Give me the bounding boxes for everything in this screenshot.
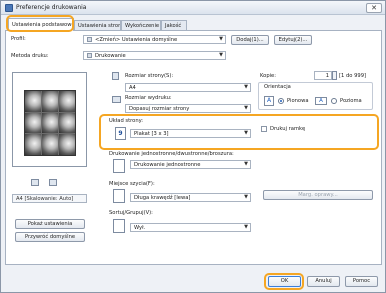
page-layout-label: Układ strony: [109,118,144,124]
poster-tile [25,112,41,134]
chevron-down-icon: ▼ [219,36,223,42]
chevron-down-icon: ▼ [244,105,248,111]
landscape-icon: A [315,97,327,105]
output-method-value: Drukowanie [95,53,126,59]
collate-icon [113,219,125,233]
output-size-value: Dopasuj rozmiar strony [129,106,190,112]
portrait-radio[interactable] [278,98,284,104]
window-title: Preferencje drukowania [16,4,87,11]
output-size-select[interactable]: Dopasuj rozmiar strony ▼ [125,104,251,113]
output-method-label: Metoda druku: [11,53,49,59]
binding-select[interactable]: Długa krawędź [lewa] ▼ [130,193,251,202]
page-size-icon [112,72,119,80]
chevron-down-icon: ▼ [244,130,248,136]
profile-label: Profil: [11,36,26,42]
poster-tile [59,134,75,155]
edit-profile-button[interactable]: Edytuj(2)... [274,35,312,45]
page-size-value: A4 [129,85,136,91]
landscape-radio[interactable] [331,98,337,104]
page-layout-value: Plakat [3 x 3] [134,131,169,137]
copies-spinner-icon[interactable] [332,71,337,80]
paper-icon [31,179,39,186]
ok-button[interactable]: OK [268,276,301,287]
poster-tile [42,134,58,155]
chevron-down-icon: ▼ [219,52,223,58]
poster-tile [42,91,58,112]
poster-tile [25,134,41,155]
finish-icon [49,179,57,186]
profile-icon [87,37,92,42]
print-border-checkbox[interactable] [261,126,267,132]
duplex-icon [113,159,125,173]
poster-tile [25,91,41,112]
title-bar: Preferencje drukowania ✕ [1,1,385,15]
print-icon [87,53,92,58]
duplex-label: Drukowanie jednostronne/dwustronne/brosz… [109,151,234,157]
duplex-value: Drukowanie jednostronne [134,162,201,168]
page-size-select[interactable]: A4 ▼ [125,83,251,92]
print-border-label: Drukuj ramkę [270,126,306,132]
poster-tile [42,112,58,134]
collate-select[interactable]: Wył. ▼ [130,223,251,232]
output-size-label: Rozmiar wydruku: [125,95,172,101]
add-profile-button[interactable]: Dodaj(1)... [231,35,269,45]
copies-label: Kopie: [260,73,276,79]
copies-input[interactable]: 1 [314,71,332,80]
binding-icon [113,189,125,203]
chevron-down-icon: ▼ [244,161,248,167]
landscape-label: Pozioma [340,98,362,104]
restore-defaults-button[interactable]: Przywróć domyślne [15,232,85,242]
copies-range: [1 do 999] [339,73,367,79]
poster-tile [59,112,75,134]
page-size-label: Rozmiar strony(S): [125,73,174,79]
portrait-label: Pionowa [287,98,309,104]
view-settings-button[interactable]: Pokaż ustawienia [15,219,85,229]
orientation-label: Orientacja [263,84,292,90]
binding-label: Miejsce szycia(F): [109,181,155,187]
profile-select[interactable]: <Zmień> Ustawienia domyślne ▼ [83,35,226,44]
page-layout-select[interactable]: Plakat [3 x 3] ▼ [130,129,251,138]
poster-preview-grid [24,90,76,156]
profile-value: <Zmień> Ustawienia domyślne [95,37,178,43]
printer-icon [5,4,13,12]
duplex-select[interactable]: Drukowanie jednostronne ▼ [130,160,251,169]
output-method-select[interactable]: Drukowanie ▼ [83,51,226,60]
chevron-down-icon: ▼ [244,194,248,200]
binding-value: Długa krawędź [lewa] [134,195,191,201]
print-preferences-window: Preferencje drukowania ✕ Ustawienia pods… [0,0,386,293]
preview-status: A4 [Skalowanie: Auto] [12,194,87,203]
chevron-down-icon: ▼ [244,84,248,90]
chevron-down-icon: ▼ [244,224,248,230]
poster-tile [59,91,75,112]
output-size-icon [112,96,121,103]
cancel-button[interactable]: Anuluj [307,276,340,287]
collate-label: Sortuj/Grupuj(V): [109,210,153,216]
close-button[interactable]: ✕ [366,3,382,13]
binding-margin-button[interactable]: Marg. oprawy... [263,190,373,200]
help-button[interactable]: Pomoc [345,276,378,287]
poster-layout-icon: 9 [115,127,126,140]
portrait-icon: A [264,96,274,106]
tab-basic-settings[interactable]: Ustawienia podstawowe [8,18,74,31]
collate-value: Wył. [134,225,146,231]
